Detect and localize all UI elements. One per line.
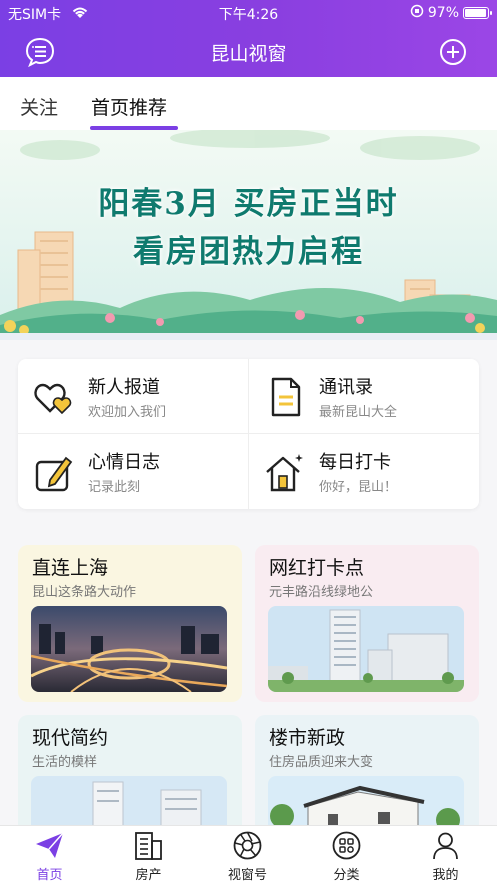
tab-label: 房产 — [135, 868, 162, 883]
hearts-icon — [32, 375, 76, 419]
tab-label: 首页 — [36, 868, 63, 883]
article-card[interactable]: 楼市新政 住房品质迎来大变 — [255, 715, 479, 835]
tab-label: 分类 — [333, 868, 360, 883]
card-title: 现代简约 — [32, 727, 109, 749]
tab-channel[interactable]: 视窗号 — [198, 826, 297, 884]
quick-entry-grid: 新人报道 欢迎加入我们 通讯录 最新昆山大全 心情日志 记录此刻 每日打卡 你好… — [18, 359, 479, 509]
feed-tabs: 关注 首页推荐 — [0, 77, 497, 130]
quick-entry-title: 新人报道 — [88, 377, 160, 398]
quick-entry-subtitle: 记录此刻 — [88, 480, 141, 495]
article-card[interactable]: 现代简约 生活的模样 — [18, 715, 242, 835]
quick-entry-title: 每日打卡 — [319, 452, 391, 473]
battery-percent: 97% — [427, 5, 459, 21]
banner-headline: 阳春3月 买房正当时 — [98, 186, 399, 222]
quick-entry-daily-checkin[interactable]: 每日打卡 你好，昆山！ — [249, 434, 479, 508]
card-title: 楼市新政 — [269, 727, 346, 749]
person-icon — [430, 830, 461, 861]
card-subtitle: 生活的模样 — [32, 755, 98, 770]
plus-circle-icon[interactable] — [439, 38, 467, 66]
card-title: 直连上海 — [32, 557, 109, 579]
tab-label: 视窗号 — [227, 868, 267, 883]
quick-entry-newcomer[interactable]: 新人报道 欢迎加入我们 — [18, 359, 248, 433]
quick-entry-subtitle: 你好，昆山！ — [319, 480, 398, 495]
tab-real-estate[interactable]: 房产 — [99, 826, 198, 884]
pencil-note-icon — [32, 450, 76, 494]
quick-entry-title: 通讯录 — [319, 377, 373, 398]
grid-circle-icon — [331, 830, 362, 861]
card-subtitle: 住房品质迎来大变 — [269, 755, 374, 770]
aperture-icon — [232, 830, 263, 861]
top-bar: 无SIM卡 下午4:26 97% 昆山视窗 — [0, 0, 497, 77]
card-thumbnail — [268, 606, 464, 692]
tab-label: 我的 — [432, 868, 459, 883]
quick-entry-subtitle: 欢迎加入我们 — [88, 405, 167, 420]
page-title: 昆山视窗 — [210, 43, 287, 65]
orientation-lock-icon — [410, 4, 424, 22]
building-icon — [133, 830, 164, 861]
house-icon — [263, 450, 307, 494]
tab-recommended[interactable]: 首页推荐 — [91, 93, 167, 120]
quick-entry-subtitle: 最新昆山大全 — [319, 405, 398, 420]
document-icon — [263, 375, 307, 419]
banner-subheadline: 看房团热力启程 — [133, 234, 364, 270]
quick-entry-title: 心情日志 — [88, 452, 160, 473]
quick-entry-contacts[interactable]: 通讯录 最新昆山大全 — [249, 359, 479, 433]
tab-categories[interactable]: 分类 — [297, 826, 396, 884]
tab-home[interactable]: 首页 — [0, 826, 99, 884]
quick-entry-mood-diary[interactable]: 心情日志 记录此刻 — [18, 434, 248, 508]
tab-follow[interactable]: 关注 — [20, 93, 58, 120]
paper-plane-icon — [34, 830, 65, 861]
tab-profile[interactable]: 我的 — [396, 826, 495, 884]
article-card[interactable]: 直连上海 昆山这条路大动作 — [18, 545, 242, 702]
card-thumbnail — [31, 606, 227, 692]
article-card[interactable]: 网红打卡点 元丰路沿线绿地公 — [255, 545, 479, 702]
card-subtitle: 昆山这条路大动作 — [32, 585, 137, 600]
nav-bar: 昆山视窗 — [0, 27, 497, 77]
battery-icon — [463, 7, 492, 19]
bottom-tab-bar: 首页 房产 视窗号 分类 我的 — [0, 825, 497, 883]
status-bar: 无SIM卡 下午4:26 97% — [0, 0, 497, 26]
card-title: 网红打卡点 — [269, 557, 365, 579]
promo-banner[interactable]: 阳春3月 买房正当时 看房团热力启程 — [0, 130, 497, 340]
card-subtitle: 元丰路沿线绿地公 — [269, 585, 374, 600]
